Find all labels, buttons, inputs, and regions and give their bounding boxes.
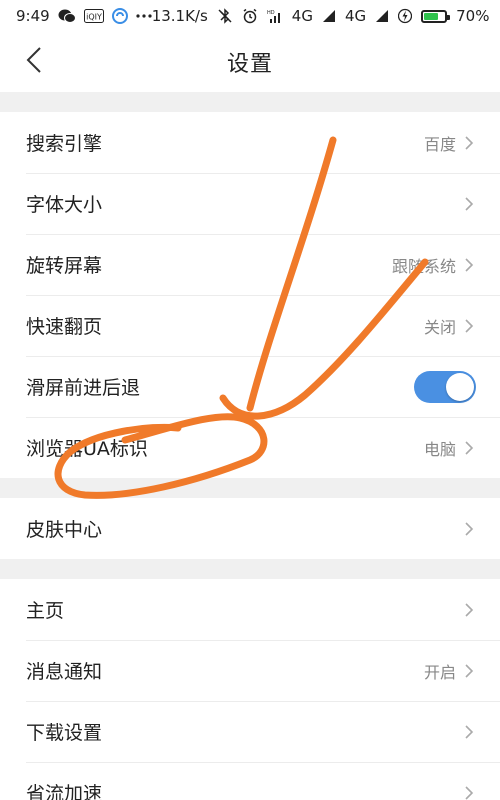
wechat-icon xyxy=(58,9,76,24)
back-chevron-icon xyxy=(26,46,42,78)
row-label: 皮肤中心 xyxy=(26,519,103,541)
font-size-row[interactable]: 字体大小 xyxy=(0,173,500,234)
download-settings-row[interactable]: 下载设置 xyxy=(0,701,500,762)
chevron-right-icon xyxy=(464,724,474,740)
row-label: 滑屏前进后退 xyxy=(26,377,141,399)
rotate-screen-row[interactable]: 旋转屏幕 跟随系统 xyxy=(0,234,500,295)
chevron-right-icon xyxy=(464,135,474,151)
row-label: 字体大小 xyxy=(26,194,103,216)
row-label: 快速翻页 xyxy=(26,316,103,338)
back-button[interactable] xyxy=(14,42,54,82)
chevron-right-icon xyxy=(464,196,474,212)
skin-center-row[interactable]: 皮肤中心 xyxy=(0,498,500,559)
toggle-knob xyxy=(446,372,474,401)
row-label: 主页 xyxy=(26,600,65,622)
homepage-row[interactable]: 主页 xyxy=(0,579,500,640)
row-label: 旋转屏幕 xyxy=(26,255,103,277)
settings-group-general: 搜索引擎 百度 字体大小 旋转屏幕 跟随系统 快速翻页 关闭 滑屏前进后退 浏览… xyxy=(0,112,500,478)
data-saver-row[interactable]: 省流加速 xyxy=(0,762,500,800)
page-title: 设置 xyxy=(226,52,273,77)
status-time: 9:49 xyxy=(16,7,50,25)
battery-icon xyxy=(421,9,451,23)
chevron-right-icon xyxy=(464,602,474,618)
section-gap xyxy=(0,559,500,579)
chevron-right-icon xyxy=(464,257,474,273)
row-value: 跟随系统 xyxy=(391,256,456,276)
row-value: 开启 xyxy=(423,662,456,682)
row-label: 省流加速 xyxy=(26,783,103,800)
row-label: 消息通知 xyxy=(26,661,103,683)
chevron-right-icon xyxy=(464,785,474,800)
battery-fill xyxy=(424,12,439,20)
battery-percent: 70% xyxy=(456,7,490,25)
svg-text:iQIY: iQIY xyxy=(86,13,102,22)
chevron-right-icon xyxy=(464,663,474,679)
more-notifications-icon xyxy=(136,14,152,18)
app-notification-icon xyxy=(111,8,128,24)
row-value: 百度 xyxy=(423,134,456,154)
title-bar: 设置 xyxy=(0,32,500,92)
row-label: 搜索引擎 xyxy=(26,133,103,155)
swipe-navigation-toggle[interactable] xyxy=(414,370,476,403)
chevron-right-icon xyxy=(464,521,474,537)
alarm-icon xyxy=(242,8,258,24)
row-label: 下载设置 xyxy=(26,722,103,744)
settings-group-other: 主页 消息通知 开启 下载设置 省流加速 xyxy=(0,579,500,800)
settings-group-skin: 皮肤中心 xyxy=(0,498,500,559)
chevron-right-icon xyxy=(464,318,474,334)
signal-4g-2: 4G xyxy=(344,7,367,25)
notifications-row[interactable]: 消息通知 开启 xyxy=(0,640,500,701)
signal-4g-1: 4G xyxy=(291,7,313,25)
status-bar: 9:49 iQIY 13.1K/s HD 4G 4G 70% xyxy=(0,0,500,32)
row-value: 电脑 xyxy=(423,439,456,459)
bluetooth-off-icon xyxy=(217,8,233,24)
signal-bars-icon xyxy=(322,9,336,23)
search-engine-row[interactable]: 搜索引擎 百度 xyxy=(0,112,500,173)
net-speed: 13.1K/s xyxy=(151,7,208,25)
svg-text:HD: HD xyxy=(267,10,275,16)
signal-bars-2-icon xyxy=(375,9,389,23)
browser-ua-row[interactable]: 浏览器UA标识 电脑 xyxy=(0,417,500,478)
hd-signal-icon: HD xyxy=(267,8,283,24)
quick-page-turn-row[interactable]: 快速翻页 关闭 xyxy=(0,295,500,356)
section-gap xyxy=(0,478,500,498)
swipe-navigation-row: 滑屏前进后退 xyxy=(0,356,500,417)
section-gap xyxy=(0,92,500,112)
iqiyi-icon: iQIY xyxy=(83,9,104,23)
charging-bolt-icon xyxy=(398,8,413,24)
row-value: 关闭 xyxy=(423,317,456,337)
row-label: 浏览器UA标识 xyxy=(26,438,148,460)
chevron-right-icon xyxy=(464,440,474,456)
